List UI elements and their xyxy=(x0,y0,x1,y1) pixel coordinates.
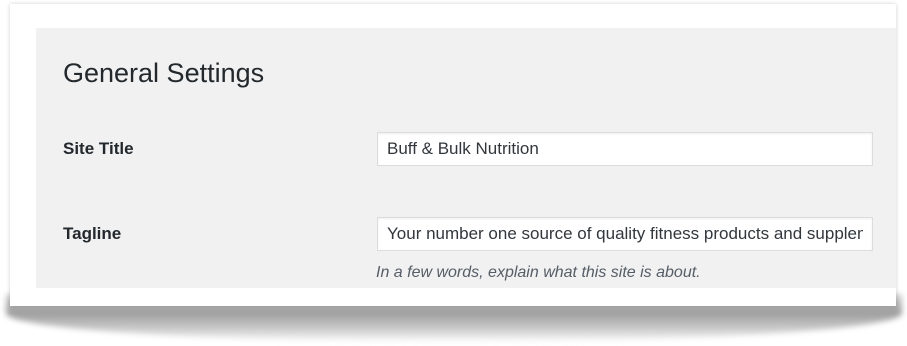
tagline-description: In a few words, explain what this site i… xyxy=(376,264,701,281)
site-title-label: Site Title xyxy=(63,139,134,158)
tagline-input[interactable] xyxy=(377,217,873,251)
settings-card: General Settings Site Title Tagline In a… xyxy=(10,4,896,306)
site-title-input[interactable] xyxy=(377,132,873,166)
tagline-label: Tagline xyxy=(63,224,122,243)
page-title: General Settings xyxy=(63,58,265,88)
general-settings-panel: General Settings Site Title Tagline In a… xyxy=(36,28,896,288)
